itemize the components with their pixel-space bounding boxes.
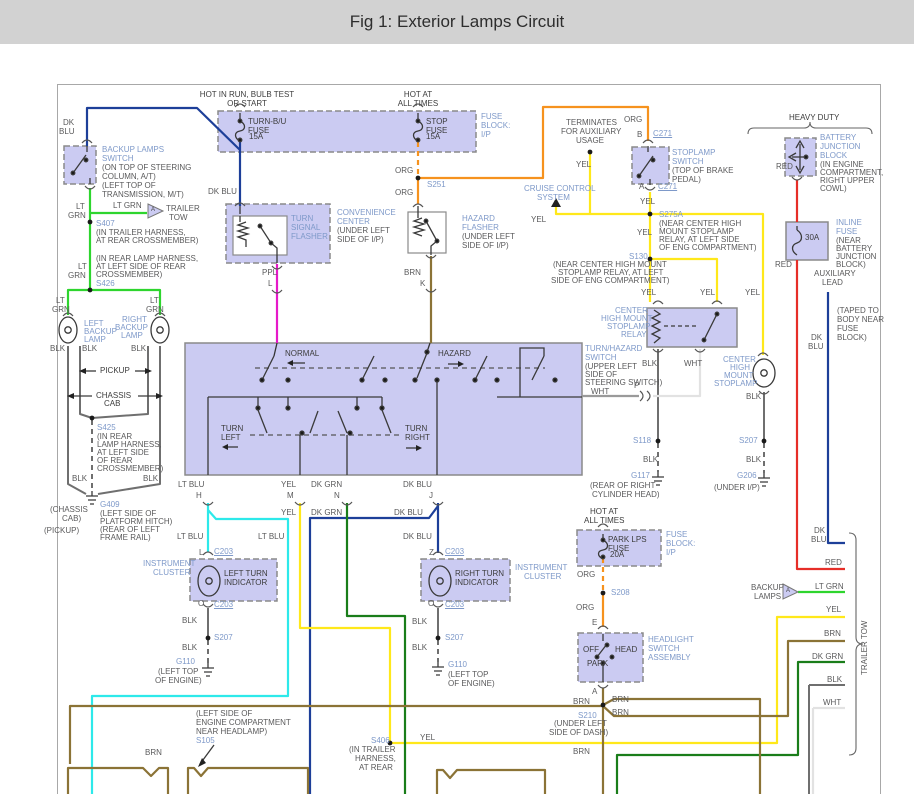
inline-fuse-box [785,221,829,261]
wiring-diagram-canvas [58,103,873,794]
fuse-block-ip-box [217,110,477,153]
park-lps-fuse-box [576,529,662,567]
wht-wires [653,349,845,794]
connector-c203[interactable]: C203 [214,601,233,609]
left-backup-lamp [58,316,78,344]
connector-c271[interactable]: C271 [658,183,677,191]
connector-c203[interactable]: C203 [445,548,464,556]
connector-c203[interactable]: C203 [445,601,464,609]
left-turn-indicator-box [189,558,278,602]
app-window: Fig 1: Exterior Lamps Circuit DK BLU BAC… [0,0,914,794]
connector-c203[interactable]: C203 [214,548,233,556]
trailer-tow-connector-triangle [147,203,165,219]
right-backup-lamp [150,316,170,344]
backup-lamps-connector-triangle [782,583,800,600]
stoplamp-switch-box [631,146,670,185]
center-high-mount-stoplamp [752,358,776,388]
connector-c271[interactable]: C271 [653,130,672,138]
lt-blu-wires [90,503,290,794]
trailer-tow-brace [848,532,864,756]
backup-lamps-switch-box [63,145,97,185]
cruise-control-arrow [551,198,561,207]
heavy-duty-brace [747,121,873,135]
